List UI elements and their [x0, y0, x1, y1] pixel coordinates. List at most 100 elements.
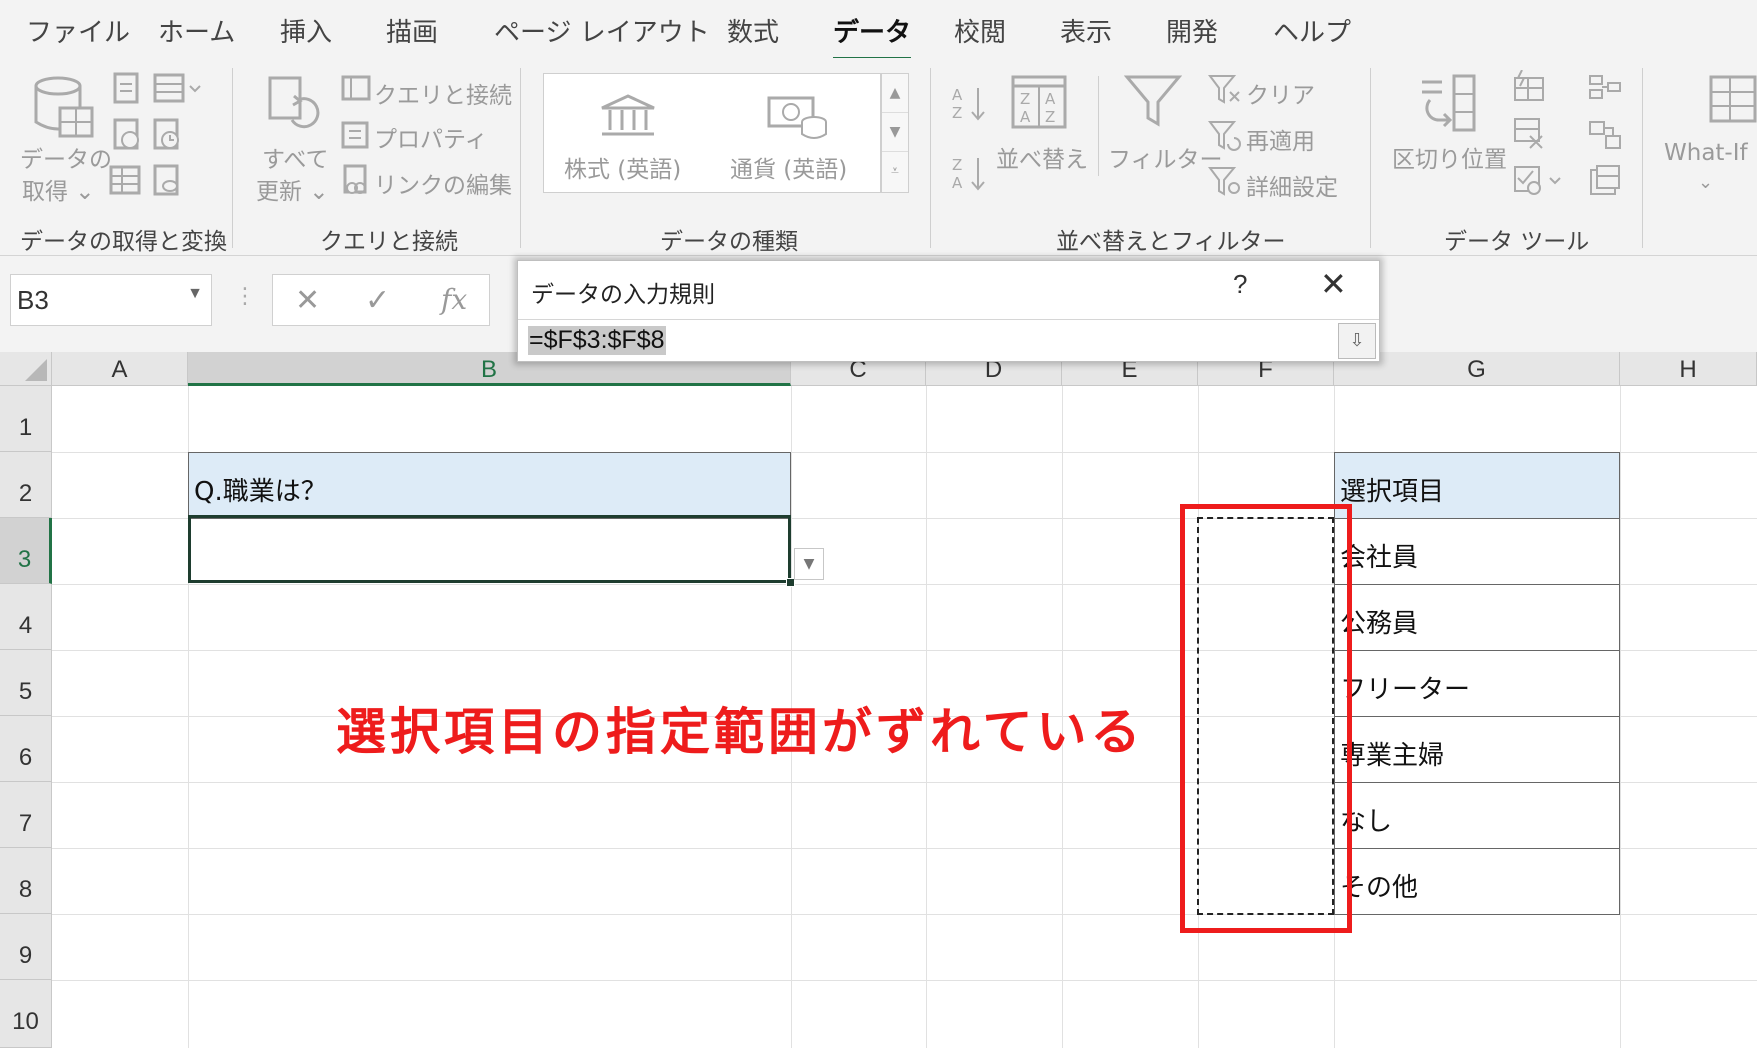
row-header-7[interactable]: 7: [0, 782, 52, 848]
properties-icon[interactable]: [340, 120, 372, 150]
from-sheet-icon[interactable]: [108, 164, 142, 198]
tab-developer[interactable]: 開発: [1166, 12, 1218, 49]
gallery-down-icon[interactable]: ▼: [882, 113, 908, 152]
filter-icon[interactable]: [1124, 74, 1182, 130]
chevron-down-icon[interactable]: ▼: [187, 285, 203, 303]
advanced-filter-icon[interactable]: [1208, 166, 1242, 198]
svg-text:Z: Z: [952, 156, 962, 174]
gallery-more-icon[interactable]: ⩡: [882, 152, 908, 191]
tab-insert[interactable]: 挿入: [280, 12, 332, 49]
tab-home[interactable]: ホーム: [158, 12, 235, 49]
svg-text:A: A: [952, 86, 963, 104]
sort-button[interactable]: 並べ替え: [996, 140, 1088, 174]
text-to-columns-button[interactable]: 区切り位置: [1392, 140, 1507, 174]
edit-links-button[interactable]: リンクの編集: [374, 166, 512, 200]
gallery-scroll[interactable]: ▲ ▼ ⩡: [881, 73, 909, 193]
sort-ascending-icon[interactable]: AZ: [950, 84, 990, 124]
relationships-icon[interactable]: [1588, 118, 1622, 152]
reapply-icon[interactable]: [1208, 120, 1242, 152]
refresh-all-label-1[interactable]: すべて: [262, 140, 328, 174]
row-header-3[interactable]: 3: [0, 518, 52, 584]
help-button[interactable]: ?: [1233, 269, 1247, 300]
row-header-10[interactable]: 10: [0, 980, 52, 1048]
data-model-icon[interactable]: [1588, 164, 1622, 198]
cell-b2[interactable]: Q.職業は？: [188, 452, 791, 519]
ribbon-tab-bar: ファイル ホーム 挿入 描画 ページ レイアウト 数式 データ 校閲 表示 開発…: [0, 0, 1757, 61]
tab-help[interactable]: ヘルプ: [1273, 12, 1351, 49]
cell-g6[interactable]: 専業主婦: [1334, 716, 1620, 783]
close-button[interactable]: ✕: [1320, 265, 1347, 303]
tab-review[interactable]: 校閲: [954, 12, 1006, 49]
recent-sources-icon[interactable]: [152, 118, 182, 152]
row-header-6[interactable]: 6: [0, 716, 52, 782]
get-data-label-2[interactable]: 取得 ⌄: [22, 172, 95, 206]
what-if-icon[interactable]: [1708, 74, 1757, 124]
stocks-icon: [598, 92, 658, 140]
sort-descending-icon[interactable]: ZA: [950, 154, 990, 194]
validation-dropdown-button[interactable]: ▼: [794, 548, 824, 580]
from-table-icon[interactable]: [152, 72, 202, 106]
row-header-9[interactable]: 9: [0, 914, 52, 980]
active-cell-b3[interactable]: [188, 515, 791, 583]
row-header-2[interactable]: 2: [0, 452, 52, 518]
formula-buttons: ✕ ✓ fx: [272, 274, 490, 326]
advanced-button[interactable]: 詳細設定: [1246, 168, 1338, 202]
tab-draw[interactable]: 描画: [386, 12, 438, 49]
queries-connections-icon[interactable]: [340, 74, 372, 104]
svg-text:A: A: [1045, 90, 1056, 108]
row-header-8[interactable]: 8: [0, 848, 52, 914]
sort-icon[interactable]: ZAAZ: [1010, 74, 1068, 130]
properties-button[interactable]: プロパティ: [374, 120, 488, 154]
cell-g3[interactable]: 会社員: [1334, 518, 1620, 585]
drag-handle-icon[interactable]: ⋮: [234, 284, 256, 309]
cancel-icon[interactable]: ✕: [295, 283, 320, 318]
source-input[interactable]: =$F$3:$F$8 ⇩: [518, 319, 1379, 361]
cell-g4[interactable]: 公務員: [1334, 584, 1620, 651]
tab-formulas[interactable]: 数式: [727, 12, 779, 49]
expand-dialog-icon[interactable]: ⇩: [1338, 323, 1376, 359]
enter-icon[interactable]: ✓: [365, 283, 390, 318]
from-text-icon[interactable]: [112, 72, 142, 106]
edit-links-icon[interactable]: [340, 164, 372, 196]
refresh-all-label-2[interactable]: 更新 ⌄: [256, 172, 329, 206]
from-web-icon[interactable]: [112, 118, 142, 152]
queries-connections-button[interactable]: クエリと接続: [374, 76, 512, 110]
column-header-a[interactable]: A: [52, 352, 188, 386]
tab-file[interactable]: ファイル: [26, 12, 130, 49]
tab-page-layout[interactable]: ページ レイアウト: [494, 12, 710, 49]
cell-g8[interactable]: その他: [1334, 848, 1620, 915]
group-separator: [930, 68, 931, 248]
filter-button[interactable]: フィルター: [1108, 140, 1223, 174]
insert-function-button[interactable]: fx: [441, 283, 467, 316]
tab-view[interactable]: 表示: [1060, 12, 1112, 49]
clear-button[interactable]: クリア: [1246, 76, 1315, 110]
what-if-dropdown-icon[interactable]: ⌄: [1698, 172, 1713, 193]
tab-data[interactable]: データ: [833, 12, 912, 61]
gallery-up-icon[interactable]: ▲: [882, 74, 908, 113]
row-header-4[interactable]: 4: [0, 584, 52, 650]
row-header-1[interactable]: 1: [0, 386, 52, 452]
reapply-button[interactable]: 再適用: [1246, 122, 1315, 156]
name-box[interactable]: B3 ▼: [10, 274, 212, 326]
get-data-label-1[interactable]: データの: [20, 140, 112, 174]
existing-connections-icon[interactable]: [152, 164, 182, 198]
stocks-button[interactable]: 株式 (英語): [564, 150, 681, 184]
what-if-button[interactable]: What-If: [1664, 140, 1748, 166]
currencies-button[interactable]: 通貨 (英語): [730, 150, 847, 184]
refresh-all-icon[interactable]: [266, 74, 326, 138]
cell-g5[interactable]: フリーター: [1334, 650, 1620, 717]
data-validation-icon[interactable]: [1512, 164, 1566, 198]
data-types-gallery[interactable]: 株式 (英語) 通貨 (英語): [543, 73, 881, 193]
row-header-5[interactable]: 5: [0, 650, 52, 716]
cell-g7[interactable]: なし: [1334, 782, 1620, 849]
consolidate-icon[interactable]: [1588, 72, 1622, 102]
group-separator: [1098, 76, 1099, 176]
flash-fill-icon[interactable]: [1512, 70, 1546, 102]
column-header-h[interactable]: H: [1620, 352, 1757, 386]
remove-duplicates-icon[interactable]: [1512, 116, 1546, 150]
text-to-columns-icon[interactable]: [1418, 74, 1478, 134]
clear-filter-icon[interactable]: [1208, 74, 1242, 106]
get-data-icon[interactable]: [34, 76, 94, 140]
cell-g2[interactable]: 選択項目: [1334, 452, 1620, 519]
select-all-button[interactable]: [0, 352, 52, 386]
